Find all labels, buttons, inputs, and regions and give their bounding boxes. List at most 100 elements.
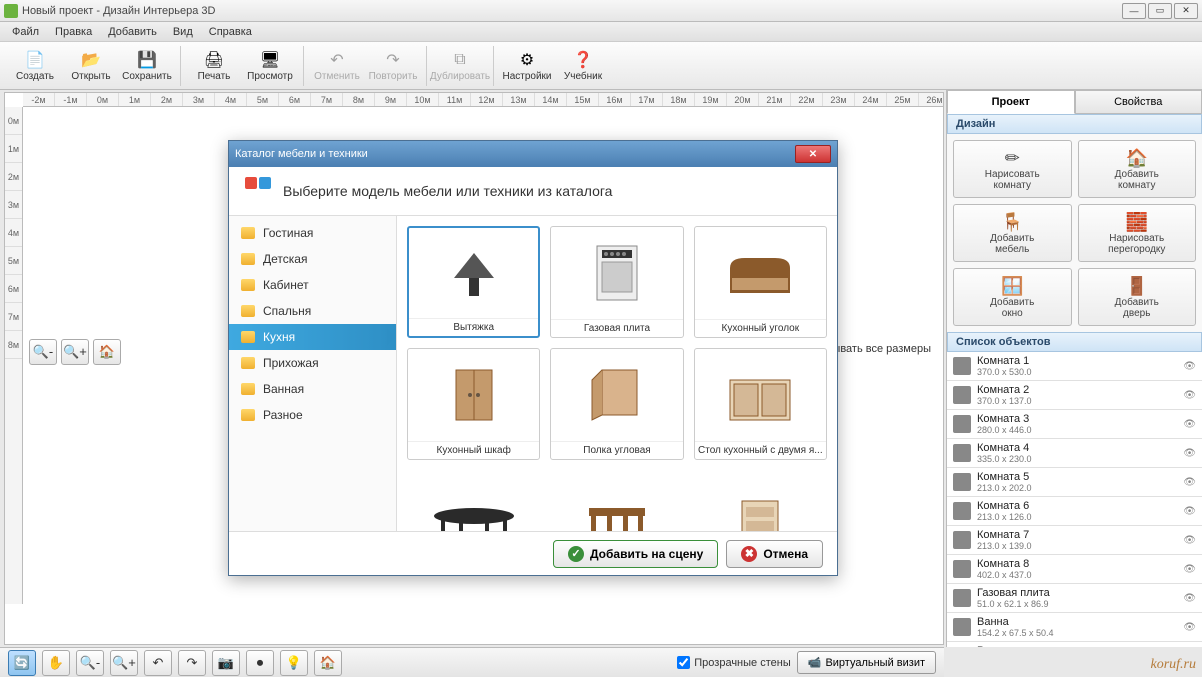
transparent-walls-checkbox[interactable]: Прозрачные стены (677, 656, 790, 669)
visibility-icon[interactable]: 👁 (1183, 448, 1196, 459)
furniture-item[interactable]: Кухонный уголок (694, 226, 827, 338)
camera-fill-icon: 📹 (808, 656, 822, 669)
tool-view[interactable]: 🖥Просмотр (243, 44, 297, 88)
design-add-furn[interactable]: 🪑Добавить мебель (953, 204, 1072, 262)
transparent-walls-input[interactable] (677, 656, 690, 669)
visibility-icon[interactable]: 👁 (1183, 564, 1196, 575)
camera-icon[interactable]: 📷 (212, 650, 240, 676)
tool-open[interactable]: 📂Открыть (64, 44, 118, 88)
category-item[interactable]: Разное (229, 402, 396, 428)
object-item[interactable]: Комната 7213.0 x 139.0👁 (947, 526, 1202, 555)
furniture-thumb (695, 227, 826, 319)
visibility-icon[interactable]: 👁 (1183, 390, 1196, 401)
category-item[interactable]: Кабинет (229, 272, 396, 298)
minimize-button[interactable]: — (1122, 3, 1146, 19)
zoom-out-icon[interactable]: 🔍- (29, 339, 57, 365)
toolbar-separator (303, 46, 304, 86)
furniture-item[interactable]: Газовая плита (550, 226, 683, 338)
visibility-icon[interactable]: 👁 (1183, 361, 1196, 372)
visibility-icon[interactable]: 👁 (1183, 535, 1196, 546)
zoom-in-3d-icon[interactable]: 🔍+ (110, 650, 138, 676)
tool-create[interactable]: 📄Создать (8, 44, 62, 88)
tool-save[interactable]: 💾Сохранить (120, 44, 174, 88)
dialog-title-bar[interactable]: Каталог мебели и техники ✕ (229, 141, 837, 167)
visibility-icon[interactable]: 👁 (1183, 622, 1196, 633)
object-item[interactable]: Комната 3280.0 x 446.0👁 (947, 410, 1202, 439)
design-draw-wall[interactable]: 🧱Нарисовать перегородку (1078, 204, 1197, 262)
category-item[interactable]: Гостиная (229, 220, 396, 246)
tab-project[interactable]: Проект (947, 90, 1075, 114)
furniture-item[interactable]: Кухонный шкаф (407, 348, 540, 460)
visibility-icon[interactable]: 👁 (1183, 419, 1196, 430)
virtual-visit-button[interactable]: 📹 Виртуальный визит (797, 651, 936, 674)
objects-section-header: Список объектов (947, 332, 1202, 352)
print-icon: 🖨 (203, 50, 225, 70)
category-item[interactable]: Прихожая (229, 350, 396, 376)
object-item[interactable]: Комната 8402.0 x 437.0👁 (947, 555, 1202, 584)
visibility-icon[interactable]: 👁 (1183, 506, 1196, 517)
category-item[interactable]: Спальня (229, 298, 396, 324)
pan-icon[interactable]: ✋ (42, 650, 70, 676)
tool-help[interactable]: ❓Учебник (556, 44, 610, 88)
ruler-vertical: 0м1м2м3м4м5м6м7м8м (5, 107, 23, 604)
folder-icon (241, 331, 255, 343)
add-furn-icon: 🪑 (1001, 211, 1023, 233)
menu-добавить[interactable]: Добавить (100, 26, 165, 38)
draw-wall-icon: 🧱 (1126, 211, 1148, 233)
zoom-out-3d-icon[interactable]: 🔍- (76, 650, 104, 676)
menu-правка[interactable]: Правка (47, 26, 100, 38)
object-item[interactable]: Комната 4335.0 x 230.0👁 (947, 439, 1202, 468)
category-item[interactable]: Кухня (229, 324, 396, 350)
redo-3d-icon[interactable]: ↷ (178, 650, 206, 676)
furniture-item[interactable]: Вытяжка (407, 226, 540, 338)
tool-settings[interactable]: ⚙Настройки (500, 44, 554, 88)
design-add-door[interactable]: 🚪Добавить дверь (1078, 268, 1197, 326)
visibility-icon[interactable]: 👁 (1183, 477, 1196, 488)
furniture-item[interactable]: Стол кухонный с двумя я... (694, 348, 827, 460)
design-draw-room[interactable]: ✏Нарисовать комнату (953, 140, 1072, 198)
close-button[interactable]: ✕ (1174, 3, 1198, 19)
folder-icon (241, 409, 255, 421)
menu-вид[interactable]: Вид (165, 26, 201, 38)
undo-3d-icon[interactable]: ↶ (144, 650, 172, 676)
cancel-button[interactable]: ✖ Отмена (726, 540, 823, 568)
object-item[interactable]: Комната 6213.0 x 126.0👁 (947, 497, 1202, 526)
furniture-thumb (408, 349, 539, 441)
dialog-close-button[interactable]: ✕ (795, 145, 831, 163)
visibility-icon[interactable]: 👁 (1183, 593, 1196, 604)
design-add-room[interactable]: 🏠Добавить комнату (1078, 140, 1197, 198)
object-list[interactable]: Комната 1370.0 x 530.0👁Комната 2370.0 x … (947, 352, 1202, 647)
furniture-thumb (409, 228, 538, 318)
category-item[interactable]: Детская (229, 246, 396, 272)
design-add-window[interactable]: 🪟Добавить окно (953, 268, 1072, 326)
light-icon[interactable]: 💡 (280, 650, 308, 676)
furniture-item[interactable] (407, 470, 540, 531)
object-item[interactable]: Газовая плита51.0 x 62.1 x 86.9👁 (947, 584, 1202, 613)
add-to-scene-button[interactable]: ✓ Добавить на сцену (553, 540, 718, 568)
object-icon (953, 415, 971, 433)
object-item[interactable]: Ванна154.2 x 67.5 x 50.4👁 (947, 613, 1202, 642)
app-icon (4, 4, 18, 18)
object-item[interactable]: Комната 1370.0 x 530.0👁 (947, 352, 1202, 381)
category-item[interactable]: Ванная (229, 376, 396, 402)
furniture-item[interactable] (694, 470, 827, 531)
toolbar-separator (426, 46, 427, 86)
object-item[interactable]: Комната 2370.0 x 137.0👁 (947, 381, 1202, 410)
menu-справка[interactable]: Справка (201, 26, 260, 38)
furniture-thumb (695, 349, 826, 441)
add-door-icon: 🚪 (1126, 275, 1148, 297)
object-item[interactable]: Раковина77.3 x 57.2 x 108.4👁 (947, 642, 1202, 647)
record-icon[interactable]: ⏺ (246, 650, 274, 676)
maximize-button[interactable]: ▭ (1148, 3, 1172, 19)
menu-файл[interactable]: Файл (4, 26, 47, 38)
zoom-in-icon[interactable]: 🔍+ (61, 339, 89, 365)
home-icon[interactable]: 🏠 (93, 339, 121, 365)
tool-print[interactable]: 🖨Печать (187, 44, 241, 88)
folder-icon (241, 227, 255, 239)
furniture-item[interactable] (550, 470, 683, 531)
furniture-item[interactable]: Полка угловая (550, 348, 683, 460)
home-3d-icon[interactable]: 🏠 (314, 650, 342, 676)
rotate-3d-icon[interactable]: 🔄 (8, 650, 36, 676)
object-item[interactable]: Комната 5213.0 x 202.0👁 (947, 468, 1202, 497)
tab-properties[interactable]: Свойства (1075, 90, 1202, 114)
